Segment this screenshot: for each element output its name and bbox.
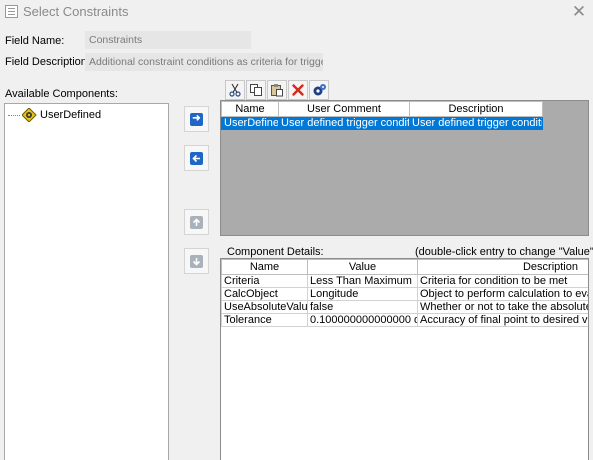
details-header-description[interactable]: Description: [417, 259, 588, 275]
detail-description: Object to perform calculation to evaluat: [417, 287, 588, 301]
detail-value[interactable]: false: [307, 300, 418, 314]
copy-button[interactable]: [246, 80, 266, 100]
move-up-button[interactable]: [184, 209, 209, 235]
detail-name: UseAbsoluteValue: [221, 300, 308, 314]
gear-diamond-icon: [21, 107, 37, 123]
table-row[interactable]: CalcObject Longitude Object to perform c…: [221, 287, 588, 301]
available-components-tree[interactable]: UserDefined: [4, 103, 169, 460]
selected-components-grid[interactable]: Name User Comment Description UserDefine…: [220, 100, 589, 236]
title-bar: Select Constraints ✕: [0, 0, 593, 24]
tree-item-userdefined[interactable]: UserDefined: [8, 107, 101, 123]
field-description-label: Field Description:: [5, 56, 90, 68]
tree-connector: [8, 114, 20, 116]
detail-description: Whether or not to take the absolute val: [417, 300, 588, 314]
detail-value[interactable]: Longitude: [307, 287, 418, 301]
column-header-description[interactable]: Description: [409, 101, 543, 117]
column-header-name[interactable]: Name: [221, 101, 279, 117]
configure-button[interactable]: [309, 80, 329, 100]
detail-value[interactable]: 0.100000000000000 deg: [307, 313, 418, 327]
delete-button[interactable]: [288, 80, 308, 100]
paste-icon: [271, 84, 283, 97]
copy-icon: [250, 84, 262, 96]
details-header-value[interactable]: Value: [307, 259, 418, 275]
cell-name[interactable]: UserDefined: [221, 116, 279, 130]
scissors-icon: [229, 83, 241, 97]
arrow-right-icon: ➜: [190, 112, 203, 126]
add-component-button[interactable]: ➜: [184, 106, 209, 132]
column-header-user-comment[interactable]: User Comment: [278, 101, 410, 117]
close-button[interactable]: ✕: [569, 2, 589, 22]
details-header-name[interactable]: Name: [221, 259, 308, 275]
window-icon: [5, 5, 18, 18]
paste-button[interactable]: [267, 80, 287, 100]
window-title: Select Constraints: [23, 4, 129, 19]
cell-comment[interactable]: User defined trigger condition: [278, 116, 410, 130]
field-description-value: Additional constraint conditions as crit…: [85, 53, 323, 71]
component-details-grid[interactable]: Name Value Description Criteria Less Tha…: [220, 258, 589, 460]
tree-item-label: UserDefined: [40, 109, 102, 121]
arrow-up-icon: [190, 215, 203, 229]
cut-button[interactable]: [225, 80, 245, 100]
red-x-icon: [292, 84, 304, 96]
detail-name: Criteria: [221, 274, 308, 288]
component-details-title: Component Details:: [227, 246, 324, 258]
arrow-down-icon: [190, 254, 203, 268]
table-row[interactable]: Criteria Less Than Maximum Criteria for …: [221, 274, 588, 288]
detail-description: Criteria for condition to be met: [417, 274, 588, 288]
remove-component-button[interactable]: [184, 145, 209, 171]
available-components-label: Available Components:: [5, 88, 118, 100]
move-down-button[interactable]: [184, 248, 209, 274]
detail-value[interactable]: Less Than Maximum: [307, 274, 418, 288]
cell-description[interactable]: User defined trigger condition: [409, 116, 543, 130]
field-name-value: Constraints: [85, 31, 251, 49]
table-row[interactable]: Tolerance 0.100000000000000 deg Accuracy…: [221, 313, 588, 327]
detail-name: CalcObject: [221, 287, 308, 301]
component-details-hint: (double-click entry to change "Value"): [415, 246, 593, 258]
table-row[interactable]: UserDefined User defined trigger conditi…: [221, 116, 543, 130]
detail-name: Tolerance: [221, 313, 308, 327]
detail-description: Accuracy of final point to desired value: [417, 313, 588, 327]
table-row[interactable]: UseAbsoluteValue false Whether or not to…: [221, 300, 588, 314]
field-name-label: Field Name:: [5, 35, 65, 47]
arrow-left-icon: [190, 151, 203, 165]
gear-icon: [313, 83, 326, 95]
